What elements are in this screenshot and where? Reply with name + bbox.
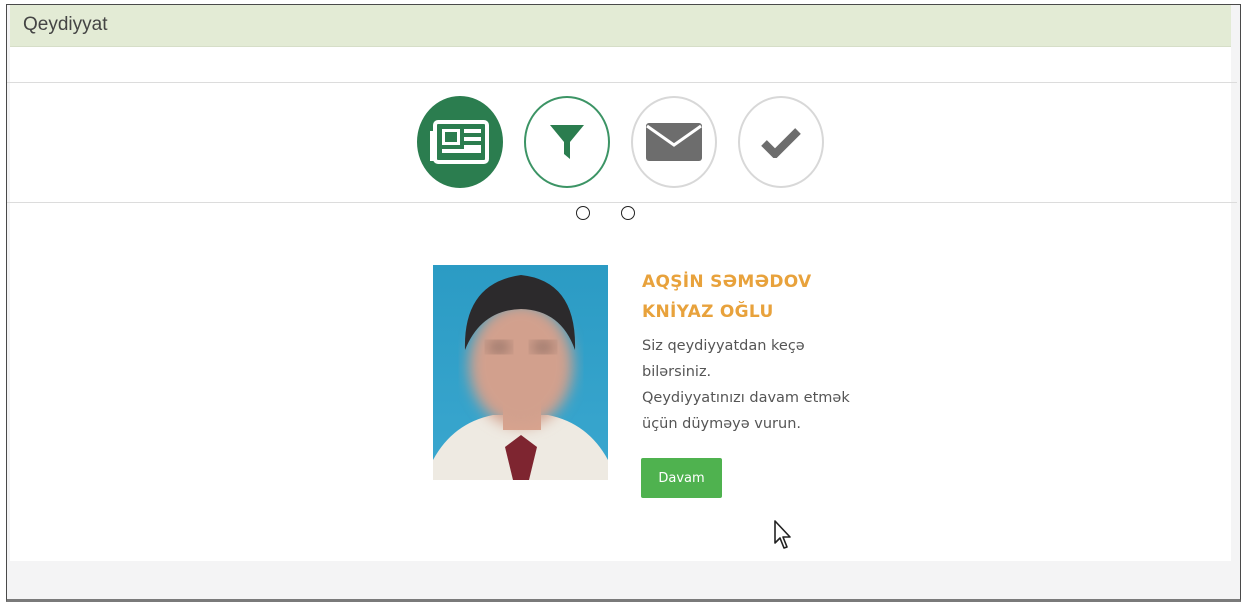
continue-button[interactable]: Davam <box>641 458 722 498</box>
pagination-dot[interactable] <box>576 206 590 220</box>
info-line: bilərsiniz. <box>642 364 712 380</box>
panel-header: Qeydiyyat <box>10 5 1231 47</box>
filter-icon <box>550 125 584 159</box>
info-message: Siz qeydiyyatdan keçə bilərsiniz. Qeydiy… <box>642 333 892 437</box>
step-filter[interactable] <box>524 96 610 188</box>
mouse-cursor-icon <box>774 520 791 549</box>
newspaper-icon <box>430 120 489 164</box>
checkmark-icon <box>761 128 801 158</box>
profile-photo <box>433 265 608 480</box>
registration-window: Qeydiyyat AQŞİN SƏMƏDOV KNİYAZ OĞLU Siz … <box>6 4 1241 602</box>
pagination-dot[interactable] <box>621 206 635 220</box>
person-name-line2: KNİYAZ OĞLU <box>642 302 774 322</box>
info-line: üçün düyməyə vurun. <box>642 416 802 432</box>
step-confirm[interactable] <box>738 96 824 188</box>
info-line: Qeydiyyatınızı davam etmək <box>642 390 850 406</box>
step-envelope[interactable] <box>631 96 717 188</box>
divider <box>7 202 1237 203</box>
panel-title: Qeydiyyat <box>23 14 108 35</box>
person-name: AQŞİN SƏMƏDOV KNİYAZ OĞLU <box>642 267 902 327</box>
info-line: Siz qeydiyyatdan keçə <box>642 338 805 354</box>
person-name-line1: AQŞİN SƏMƏDOV <box>642 272 812 292</box>
registration-panel: Qeydiyyat AQŞİN SƏMƏDOV KNİYAZ OĞLU Siz … <box>7 5 1237 561</box>
divider <box>7 82 1237 83</box>
envelope-icon <box>646 123 702 161</box>
step-newspaper[interactable] <box>417 96 503 188</box>
